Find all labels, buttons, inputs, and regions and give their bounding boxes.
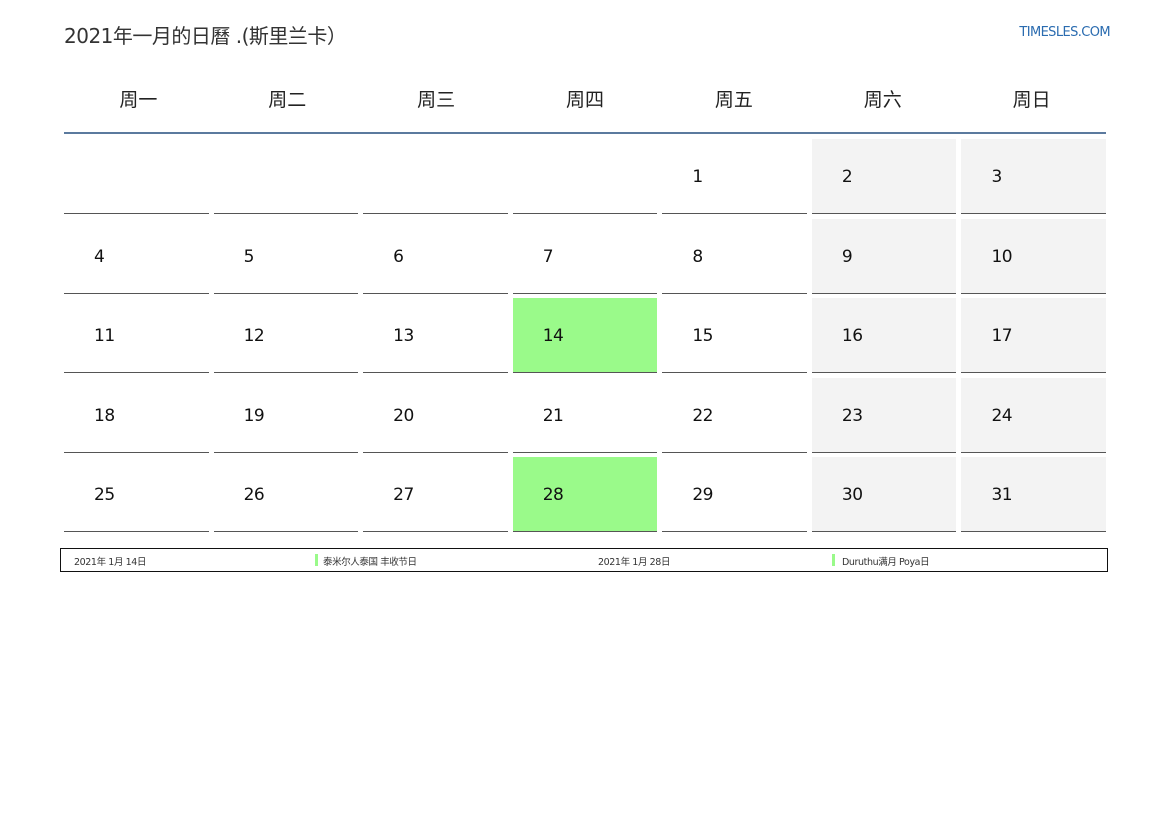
calendar-day-weekend: 30: [811, 457, 957, 532]
weekday-sat: 周六: [863, 89, 902, 111]
weekday-fri: 周五: [714, 89, 753, 111]
day-number: 19: [243, 405, 265, 426]
calendar-day: 22: [662, 378, 807, 453]
calendar-day-holiday: 14: [512, 298, 658, 373]
legend-date: 2021年 1月 28日: [598, 557, 671, 568]
day-number: 25: [94, 485, 115, 505]
day-number: 26: [243, 485, 265, 505]
legend-holiday-name: Duruthu满月 Poya日: [842, 557, 930, 568]
day-number: 30: [841, 485, 863, 505]
day-number: 11: [94, 326, 115, 346]
day-number: 17: [991, 326, 1013, 346]
day-number: 6: [393, 246, 404, 267]
holiday-marker: [832, 554, 835, 566]
weekday-wed: 周三: [417, 89, 456, 111]
day-number: 16: [841, 326, 863, 346]
calendar-day-weekend: 10: [961, 218, 1107, 294]
day-number: 12: [243, 326, 265, 346]
weekday-header: 周一 周二 周三 周四 周五 周六 周日: [64, 80, 1106, 134]
calendar-day: [213, 139, 359, 214]
day-number: 18: [94, 405, 115, 426]
calendar-day-weekend: 23: [811, 377, 957, 453]
day-number: 14: [542, 326, 564, 346]
calendar-week: 4 5 6 7 8 9 10: [64, 218, 1107, 294]
calendar-day: 18: [64, 378, 209, 453]
day-number: 20: [393, 405, 414, 426]
calendar-day-weekend: 24: [961, 377, 1107, 453]
calendar-day: [64, 139, 209, 214]
calendar-day-weekend: 17: [961, 298, 1107, 373]
calendar-day-weekend: 31: [961, 457, 1107, 532]
calendar-day-weekend: 3: [961, 139, 1107, 214]
calendar-day: 11: [64, 298, 209, 373]
day-number: 31: [991, 485, 1013, 505]
site-link[interactable]: TIMESLES.COM: [1019, 25, 1110, 40]
legend-holiday-name: 泰米尔人泰国 丰收节日: [323, 557, 417, 568]
calendar-day: 19: [213, 378, 359, 453]
calendar-day-weekend: 9: [811, 218, 957, 294]
calendar-day: 1: [662, 139, 807, 214]
day-number: 1: [692, 167, 703, 187]
calendar-day: 29: [662, 457, 807, 532]
calendar-day: 20: [363, 378, 508, 453]
day-number: 3: [991, 167, 1002, 187]
day-number: 22: [692, 405, 713, 426]
day-number: 4: [94, 246, 105, 267]
calendar-week: 11 12 13 14 15 16 17: [64, 298, 1107, 373]
calendar-day-weekend: 16: [811, 298, 957, 373]
legend-date: 2021年 1月 14日: [74, 557, 147, 568]
day-number: 2: [841, 167, 853, 187]
calendar-day: 7: [512, 219, 658, 294]
calendar-day: 15: [662, 298, 807, 373]
calendar-day: 25: [64, 457, 209, 532]
day-number: 21: [542, 405, 564, 426]
calendar-day: 27: [363, 457, 508, 532]
calendar-day: 8: [662, 219, 807, 294]
day-number: 10: [991, 246, 1013, 267]
day-number: 13: [393, 326, 414, 346]
page-title: 2021年一月的日曆 .(斯里兰卡）: [64, 24, 347, 48]
calendar-day: 21: [512, 378, 658, 453]
calendar-day-weekend: 2: [811, 139, 957, 214]
calendar-week: 1 2 3: [64, 139, 1107, 214]
day-number: 29: [692, 485, 713, 505]
calendar-week: 25 26 27 28 29 30 31: [64, 457, 1107, 532]
calendar-day: 5: [213, 219, 359, 294]
calendar-week: 18 19 20 21 22 23 24: [64, 377, 1107, 453]
day-number: 15: [692, 326, 713, 346]
calendar-day: [512, 139, 658, 214]
holiday-marker: [315, 554, 318, 566]
calendar-day: 13: [363, 298, 508, 373]
day-number: 9: [841, 246, 853, 267]
calendar-day-holiday: 28: [512, 457, 658, 532]
weekday-tue: 周二: [268, 89, 307, 111]
calendar-day: 12: [213, 298, 359, 373]
day-number: 23: [841, 405, 863, 426]
calendar-day: 6: [363, 219, 508, 294]
day-number: 5: [243, 246, 255, 267]
calendar-day: [363, 139, 508, 214]
weekday-sun: 周日: [1012, 89, 1051, 111]
weekday-thu: 周四: [566, 89, 605, 111]
day-number: 8: [692, 246, 703, 267]
day-number: 27: [393, 485, 414, 505]
holiday-legend: 2021年 1月 14日 泰米尔人泰国 丰收节日 2021年 1月 28日 Du…: [60, 548, 1108, 572]
day-number: 28: [542, 485, 564, 505]
day-number: 7: [542, 246, 554, 267]
weekday-mon: 周一: [119, 89, 158, 111]
calendar-grid: 1 2 3 4 5 6 7 8 9 10 11 12 13 14 15 16 1…: [64, 139, 1107, 537]
day-number: 24: [991, 405, 1013, 426]
calendar-day: 26: [213, 457, 359, 532]
calendar-day: 4: [64, 219, 209, 294]
